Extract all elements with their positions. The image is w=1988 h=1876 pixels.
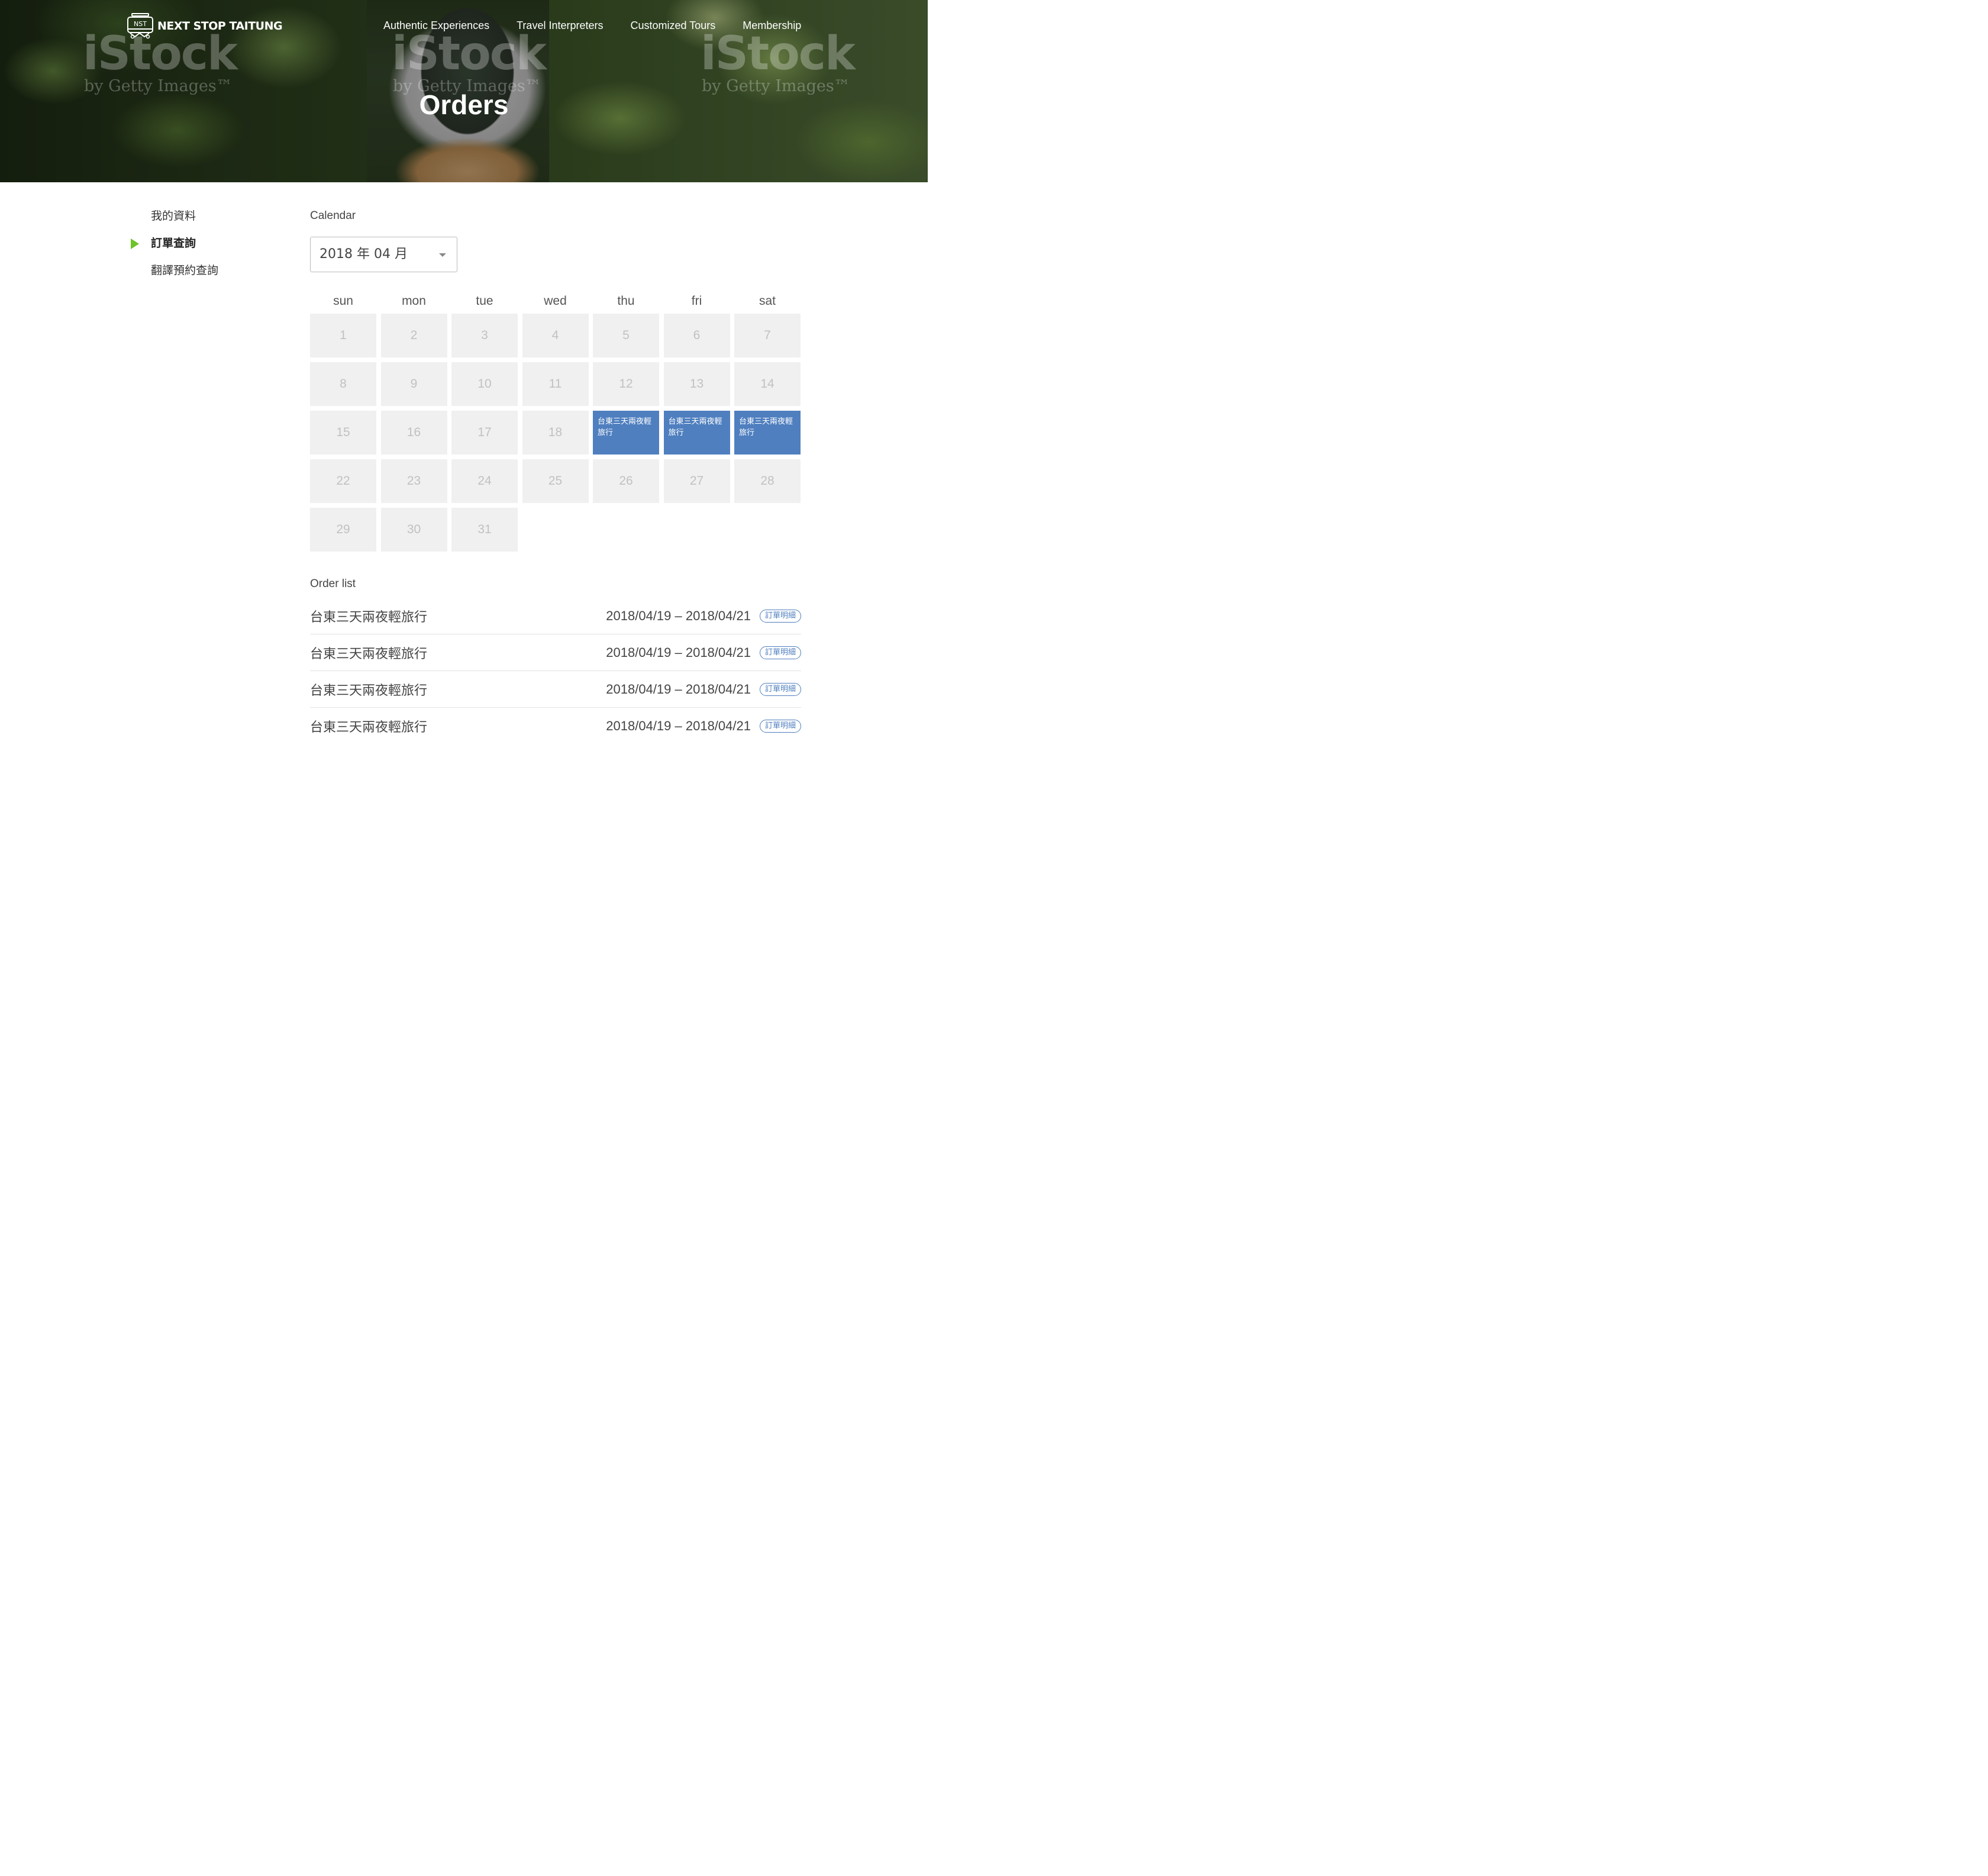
calendar-day[interactable]: 26 xyxy=(593,459,659,503)
calendar-day[interactable]: 5 xyxy=(593,314,659,357)
order-dates: 2018/04/19 – 2018/04/21 xyxy=(606,681,751,697)
calendar-heading: Calendar xyxy=(310,209,356,222)
order-name: 台東三天兩夜輕旅行 xyxy=(310,610,428,625)
calendar-day[interactable]: 29 xyxy=(310,508,376,552)
calendar-day[interactable]: 1 xyxy=(310,314,376,357)
calendar-day[interactable]: 8 xyxy=(310,362,376,406)
sidebar-item-label: 訂單查詢 xyxy=(151,237,196,250)
order-detail-button[interactable]: 訂單明細 xyxy=(759,609,801,623)
calendar-day[interactable]: 23 xyxy=(380,459,447,503)
calendar-day-booked[interactable]: 台東三天兩夜輕旅行 xyxy=(663,411,730,455)
site-logo[interactable]: NST NEXT STOP TAITUNG xyxy=(127,13,283,39)
watermark: iStock xyxy=(392,27,547,80)
calendar-day[interactable]: 12 xyxy=(593,362,659,406)
month-select[interactable]: 2018 年 04 月 xyxy=(310,237,457,272)
month-select-value: 2018 年 04 月 xyxy=(320,247,408,262)
calendar-day[interactable]: 6 xyxy=(663,314,730,357)
sidebar-item-profile[interactable]: 我的資料 xyxy=(130,207,260,234)
calendar-day[interactable]: 3 xyxy=(451,314,518,357)
sidebar-item-interpreter-bookings[interactable]: 翻譯預約查詢 xyxy=(130,262,260,289)
order-name: 台東三天兩夜輕旅行 xyxy=(310,720,428,735)
nav-travel-interpreters[interactable]: Travel Interpreters xyxy=(517,19,603,32)
order-list: 台東三天兩夜輕旅行 2018/04/19 – 2018/04/21 訂單明細 台… xyxy=(310,598,801,744)
calendar-day-booked[interactable]: 台東三天兩夜輕旅行 xyxy=(734,411,801,455)
order-name: 台東三天兩夜輕旅行 xyxy=(310,683,428,698)
calendar-day[interactable]: 31 xyxy=(451,508,518,552)
watermark: iStock xyxy=(701,27,856,80)
calendar-day[interactable]: 25 xyxy=(522,459,589,503)
logo-mark-text: NST xyxy=(134,20,147,28)
calendar-day[interactable]: 2 xyxy=(380,314,447,357)
calendar-day[interactable]: 4 xyxy=(522,314,589,357)
calendar-day[interactable]: 27 xyxy=(663,459,730,503)
chevron-down-icon xyxy=(439,253,446,257)
brand-name: NEXT STOP TAITUNG xyxy=(157,20,283,33)
calendar-day[interactable]: 13 xyxy=(663,362,730,406)
order-list-heading: Order list xyxy=(310,578,356,590)
sidebar-item-label: 我的資料 xyxy=(151,209,196,223)
order-dates: 2018/04/19 – 2018/04/21 xyxy=(606,644,751,660)
sidebar-item-label: 翻譯預約查詢 xyxy=(151,264,219,277)
calendar-day[interactable]: 9 xyxy=(380,362,447,406)
hero-banner: iStock by Getty Images™ iStock by Getty … xyxy=(0,0,928,182)
nav-membership[interactable]: Membership xyxy=(743,19,801,32)
calendar-day[interactable]: 22 xyxy=(310,459,376,503)
calendar-day[interactable]: 30 xyxy=(380,508,447,552)
active-arrow-icon xyxy=(131,238,139,249)
order-dates: 2018/04/19 – 2018/04/21 xyxy=(606,718,751,733)
calendar-day[interactable]: 11 xyxy=(522,362,589,406)
order-row: 台東三天兩夜輕旅行 2018/04/19 – 2018/04/21 訂單明細 xyxy=(310,634,801,671)
calendar-day[interactable]: 18 xyxy=(522,411,589,455)
calendar-day[interactable]: 7 xyxy=(734,314,801,357)
calendar-day[interactable]: 15 xyxy=(310,411,376,455)
order-detail-button[interactable]: 訂單明細 xyxy=(759,720,801,733)
main-nav: Authentic Experiences Travel Interpreter… xyxy=(383,19,801,32)
calendar-day[interactable]: 16 xyxy=(380,411,447,455)
calendar-day[interactable]: 14 xyxy=(734,362,801,406)
order-name: 台東三天兩夜輕旅行 xyxy=(310,646,428,662)
order-detail-button[interactable]: 訂單明細 xyxy=(759,682,801,696)
calendar-day-booked[interactable]: 台東三天兩夜輕旅行 xyxy=(593,411,659,455)
order-dates: 2018/04/19 – 2018/04/21 xyxy=(606,608,751,623)
orders-content: Calendar 2018 年 04 月 sun mon tue wed thu… xyxy=(310,207,801,744)
nav-authentic-experiences[interactable]: Authentic Experiences xyxy=(383,19,489,32)
nav-customized-tours[interactable]: Customized Tours xyxy=(631,19,716,32)
order-detail-button[interactable]: 訂單明細 xyxy=(759,646,801,659)
calendar-day[interactable]: 17 xyxy=(451,411,518,455)
order-row: 台東三天兩夜輕旅行 2018/04/19 – 2018/04/21 訂單明細 xyxy=(310,598,801,634)
tram-logo-icon: NST xyxy=(127,13,153,39)
sidebar-item-orders[interactable]: 訂單查詢 xyxy=(130,234,260,262)
calendar-day[interactable]: 10 xyxy=(451,362,518,406)
calendar-day[interactable]: 24 xyxy=(451,459,518,503)
member-sidebar: 我的資料 訂單查詢 翻譯預約查詢 xyxy=(130,207,260,289)
calendar-day[interactable]: 28 xyxy=(734,459,801,503)
order-row: 台東三天兩夜輕旅行 2018/04/19 – 2018/04/21 訂單明細 xyxy=(310,671,801,708)
order-row: 台東三天兩夜輕旅行 2018/04/19 – 2018/04/21 訂單明細 xyxy=(310,708,801,744)
page-title: Orders xyxy=(419,89,509,120)
calendar-grid: 1 2 3 4 5 6 7 8 9 10 11 12 13 14 15 16 1… xyxy=(310,314,801,552)
